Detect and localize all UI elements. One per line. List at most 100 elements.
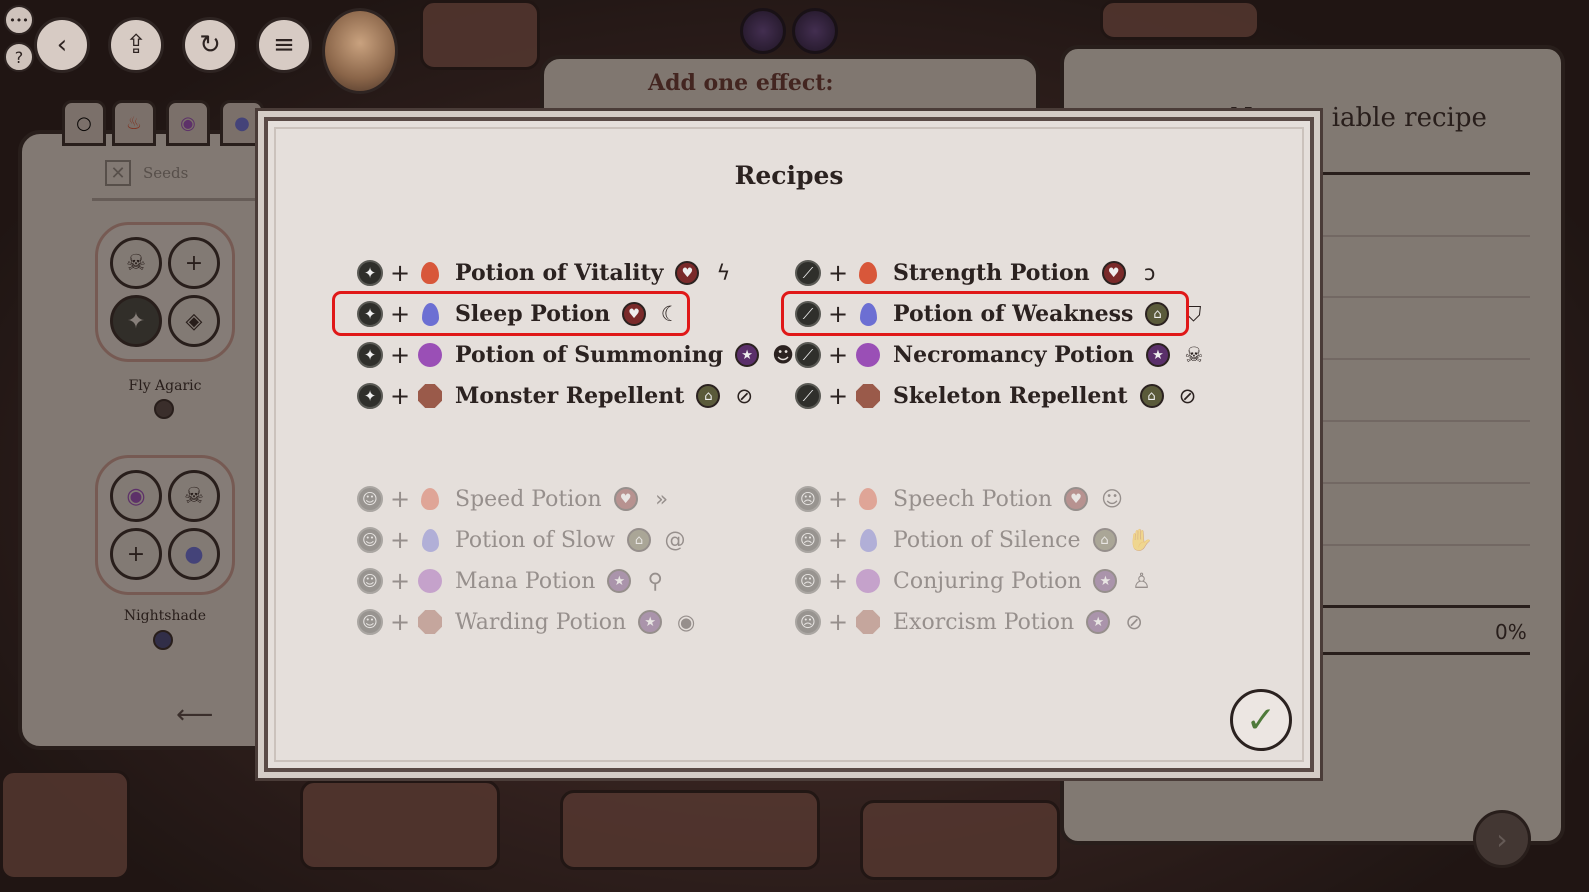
result-icon: @ <box>664 528 686 552</box>
recipe-name: Strength Potion <box>893 260 1090 286</box>
confirm-button[interactable]: ✓ <box>1230 689 1292 751</box>
earth-icon <box>417 609 443 635</box>
property-icon: ⌂ <box>1139 384 1164 408</box>
plus-icon: + <box>827 485 849 513</box>
hamburger-menu-icon: ≡ <box>273 30 295 60</box>
effect-icon: ☹ <box>795 609 821 635</box>
effect-icon: ☺ <box>357 609 383 635</box>
property-icon: ♥ <box>613 487 638 511</box>
result-icon: ϟ <box>716 261 731 285</box>
plus-icon: + <box>389 382 411 410</box>
back-button[interactable]: ‹ <box>34 17 90 73</box>
recipe-row[interactable]: ✦ + Monster Repellent ⌂ ⊘ <box>357 379 758 413</box>
recipe-row[interactable]: ☺ + Potion of Slow ⌂ @ <box>357 523 689 557</box>
recipes-dialog: Recipes ✦ + Potion of Vitality ♥ ϟ ✦ + Sleep Po… <box>264 117 1314 772</box>
effect-icon: ✦ <box>357 383 383 409</box>
plus-icon: + <box>389 608 411 636</box>
result-icon: ✋ <box>1127 527 1154 552</box>
fire-icon <box>417 260 443 286</box>
recipe-name: Conjuring Potion <box>893 568 1082 594</box>
fire-icon <box>855 486 881 512</box>
property-icon: ⌂ <box>696 384 721 408</box>
plus-icon: + <box>827 259 849 287</box>
property-icon: ♥ <box>1064 487 1089 511</box>
recipe-row[interactable]: ☹ + Potion of Silence ⌂ ✋ <box>795 523 1155 557</box>
recipe-row[interactable]: ☺ + Mana Potion ★ ⚲ <box>357 564 669 598</box>
arcane-icon <box>417 342 443 368</box>
plus-icon: + <box>827 526 849 554</box>
arcane-icon <box>855 568 881 594</box>
result-icon: ◉ <box>676 610 696 634</box>
water-drop-icon <box>417 527 443 553</box>
result-icon: ⚲ <box>647 569 664 593</box>
recipe-row[interactable]: ☺ + Warding Potion ★ ◉ <box>357 605 700 639</box>
effect-icon: ☹ <box>795 527 821 553</box>
upload-icon: ⇪ <box>125 30 147 60</box>
dialog-inner-border <box>274 127 1304 762</box>
plus-icon: + <box>389 567 411 595</box>
recipe-name: Exorcism Potion <box>893 609 1075 635</box>
dialog-title: Recipes <box>734 161 844 190</box>
property-icon: ♥ <box>1101 261 1126 285</box>
upload-button[interactable]: ⇪ <box>108 17 164 73</box>
property-icon: ★ <box>1086 610 1111 634</box>
earth-icon <box>855 383 881 409</box>
character-avatar[interactable] <box>322 8 398 94</box>
earth-icon <box>417 383 443 409</box>
plus-icon: + <box>389 526 411 554</box>
recipe-row[interactable]: ⟋ + Strength Potion ♥ ↄ <box>795 256 1164 290</box>
fire-icon <box>417 486 443 512</box>
highlight-potion-of-weakness <box>781 291 1189 336</box>
property-icon: ★ <box>638 610 663 634</box>
recipe-row[interactable]: ⟋ + Necromancy Potion ★ ☠ <box>795 338 1208 372</box>
result-icon: ↄ <box>1143 261 1156 285</box>
recipe-name: Speech Potion <box>893 486 1053 512</box>
plus-icon: + <box>827 567 849 595</box>
effect-icon: ⟋ <box>795 260 821 286</box>
result-icon: ☠ <box>1184 343 1204 367</box>
result-icon: ☻ <box>772 343 795 367</box>
recipe-row[interactable]: ⟋ + Skeleton Repellent ⌂ ⊘ <box>795 379 1202 413</box>
menu-button[interactable]: ≡ <box>256 17 312 73</box>
effect-icon: ✦ <box>357 260 383 286</box>
plus-icon: + <box>389 485 411 513</box>
recipe-name: Monster Repellent <box>455 383 685 409</box>
property-icon: ⌂ <box>627 528 652 552</box>
result-icon: ⊘ <box>735 384 754 408</box>
recipe-name: Necromancy Potion <box>893 342 1134 368</box>
recipe-name: Potion of Summoning <box>455 342 724 368</box>
more-menu-button[interactable]: ••• <box>4 5 34 35</box>
highlight-sleep-potion <box>332 291 690 336</box>
undo-button[interactable]: ↻ <box>182 17 238 73</box>
recipe-row[interactable]: ☺ + Speed Potion ♥ » <box>357 482 676 516</box>
arcane-icon <box>855 342 881 368</box>
effect-icon: ☺ <box>357 527 383 553</box>
help-icon: ? <box>14 47 24 67</box>
checkmark-icon: ✓ <box>1245 699 1277 741</box>
recipe-row[interactable]: ☹ + Conjuring Potion ★ ♙ <box>795 564 1155 598</box>
result-icon: ⊘ <box>1178 384 1197 408</box>
recipe-row[interactable]: ✦ + Potion of Vitality ♥ ϟ <box>357 256 737 290</box>
recipe-row[interactable]: ☹ + Speech Potion ♥ ☺ <box>795 482 1126 516</box>
effect-icon: ☹ <box>795 568 821 594</box>
effect-icon: ⟋ <box>795 383 821 409</box>
help-button[interactable]: ? <box>4 42 34 72</box>
effect-icon: ✦ <box>357 342 383 368</box>
recipe-name: Warding Potion <box>455 609 627 635</box>
effect-icon: ☺ <box>357 486 383 512</box>
recipe-name: Potion of Slow <box>455 527 616 553</box>
recipe-name: Mana Potion <box>455 568 596 594</box>
recipe-row[interactable]: ✦ + Potion of Summoning ★ ☻ <box>357 338 797 372</box>
recipe-name: Speed Potion <box>455 486 602 512</box>
recipe-row[interactable]: ☹ + Exorcism Potion ★ ⊘ <box>795 605 1148 639</box>
arcane-icon <box>417 568 443 594</box>
water-drop-icon <box>855 527 881 553</box>
property-icon: ★ <box>607 569 632 593</box>
result-icon: ☺ <box>1101 487 1124 511</box>
effect-icon: ☹ <box>795 486 821 512</box>
undo-icon: ↻ <box>199 30 221 60</box>
fire-icon <box>855 260 881 286</box>
result-icon: ⊘ <box>1125 610 1143 634</box>
property-icon: ⌂ <box>1092 528 1117 552</box>
property-icon: ♥ <box>675 261 700 285</box>
